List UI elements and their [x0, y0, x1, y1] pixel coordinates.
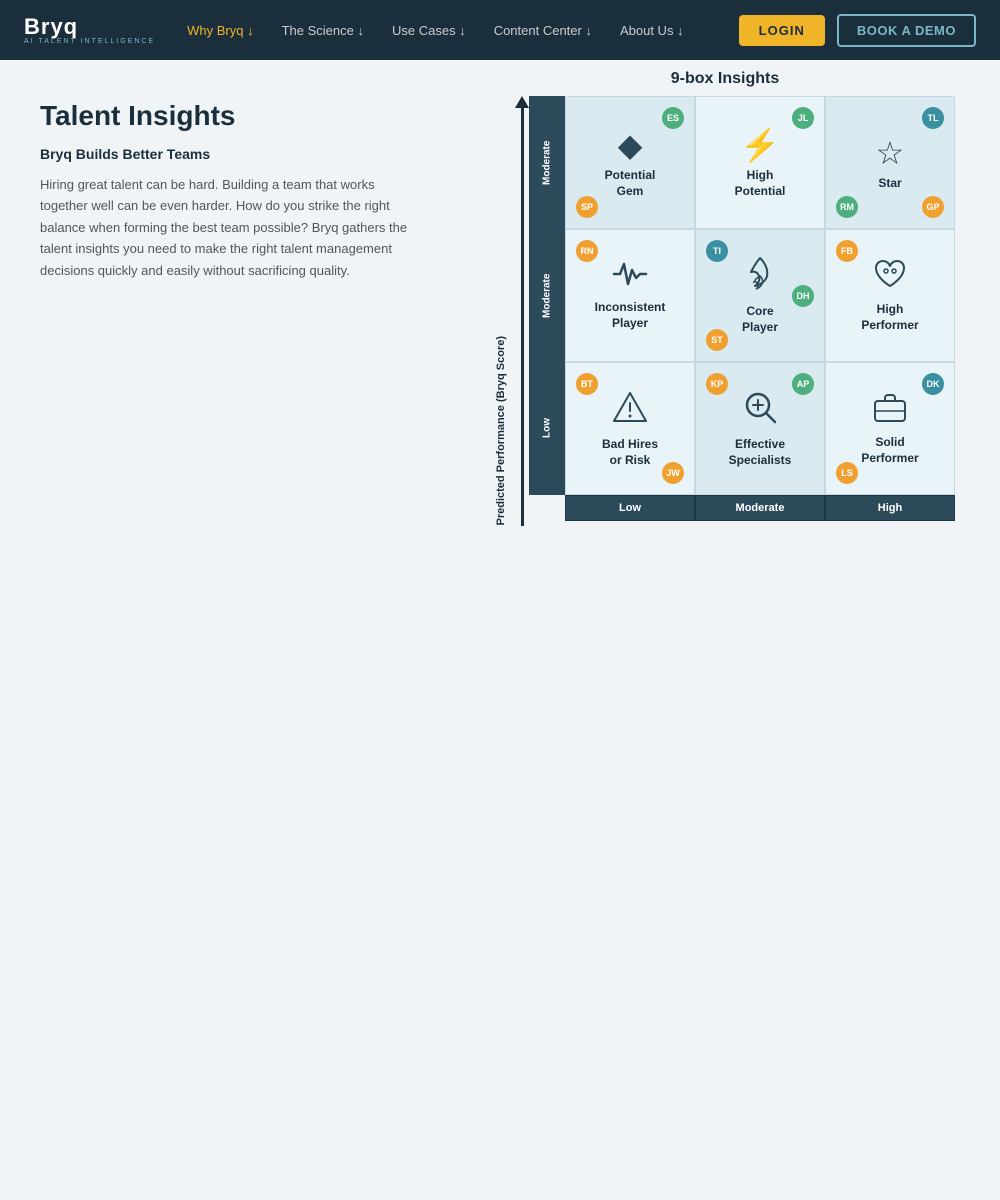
- box-label-inconsistent-player: InconsistentPlayer: [595, 300, 666, 331]
- logo-text: Bryq: [24, 16, 155, 38]
- grid-rows: Moderate ES ◆ PotentialGem SP: [529, 96, 955, 495]
- nav-use-cases[interactable]: Use Cases ↓: [392, 23, 466, 38]
- box-label-core-player: CorePlayer: [742, 304, 778, 335]
- avatar-ls: LS: [836, 462, 858, 484]
- avatar-tl: TL: [922, 107, 944, 129]
- heart-icon: [872, 258, 908, 298]
- row-label-text-1: Moderate: [529, 229, 565, 362]
- grid-row-0: Moderate ES ◆ PotentialGem SP: [529, 96, 955, 229]
- avatar-rn: RN: [576, 240, 598, 262]
- nav-about-us[interactable]: About Us ↓: [620, 23, 684, 38]
- box-star: TL ☆ Star RM GP: [825, 96, 955, 229]
- gem-icon: ◆: [618, 126, 643, 164]
- right-panel: 9-box Insights Predicted Performance (Br…: [460, 60, 1000, 600]
- x-label-moderate: Moderate: [695, 495, 825, 521]
- logo-subtitle: AI TALENT INTELLIGENCE: [24, 38, 155, 45]
- avatar-fb: FB: [836, 240, 858, 262]
- avatar-rm: RM: [836, 196, 858, 218]
- navigation: Bryq AI TALENT INTELLIGENCE Why Bryq ↓ T…: [0, 0, 1000, 60]
- search-plus-icon: [742, 389, 778, 433]
- box-label-solid-performer: SolidPerformer: [861, 435, 918, 466]
- avatar-sp: SP: [576, 196, 598, 218]
- box-high-potential: JL ⚡ HighPotential: [695, 96, 825, 229]
- avatar-dk: DK: [922, 373, 944, 395]
- grid-wrapper: Moderate ES ◆ PotentialGem SP: [529, 96, 955, 521]
- chart-with-arrow: Moderate ES ◆ PotentialGem SP: [515, 96, 955, 526]
- left-panel: Talent Insights Bryq Builds Better Teams…: [0, 60, 460, 600]
- nav-content-center[interactable]: Content Center ↓: [494, 23, 592, 38]
- box-effective-specialists: KP AP: [695, 362, 825, 495]
- avatar-es: ES: [662, 107, 684, 129]
- row-label-1: Moderate: [529, 229, 565, 362]
- box-high-performer: FB HighPerformer: [825, 229, 955, 362]
- nav-why-bryq[interactable]: Why Bryq ↓: [187, 23, 253, 38]
- arrow-and-grid: Moderate ES ◆ PotentialGem SP: [515, 96, 955, 526]
- talent-insights-subheading: Bryq Builds Better Teams: [40, 146, 420, 162]
- box-label-high-performer: HighPerformer: [861, 302, 918, 333]
- arrow-line: [521, 108, 524, 526]
- nav-the-science[interactable]: The Science ↓: [282, 23, 364, 38]
- box-bad-hires: BT Bad Hiresor Risk: [565, 362, 695, 495]
- chart-title: 9-box Insights: [671, 70, 779, 88]
- avatar-st: ST: [706, 329, 728, 351]
- briefcase-icon: [872, 391, 908, 431]
- box-label-effective-specialists: EffectiveSpecialists: [729, 437, 792, 468]
- box-core-player: TI CorePlayer DH ST: [695, 229, 825, 362]
- nav-links: Why Bryq ↓ The Science ↓ Use Cases ↓ Con…: [187, 23, 739, 38]
- bolt-icon: ⚡: [740, 126, 780, 164]
- nav-actions: LOGIN BOOK A DEMO: [739, 14, 976, 47]
- avatar-gp: GP: [922, 196, 944, 218]
- row-label-text-2: Low: [529, 362, 565, 495]
- warning-icon: [612, 389, 648, 433]
- grid-row-1: Moderate RN: [529, 229, 955, 362]
- x-label-low: Low: [565, 495, 695, 521]
- y-axis-label: Predicted Performance (Bryq Score): [495, 336, 513, 526]
- main-content: Talent Insights Bryq Builds Better Teams…: [0, 60, 1000, 600]
- avatar-jl: JL: [792, 107, 814, 129]
- row-label-2: Low: [529, 362, 565, 495]
- avatar-dh: DH: [792, 285, 814, 307]
- x-axis: Low Moderate High: [565, 495, 955, 521]
- grid-row-2: Low BT: [529, 362, 955, 495]
- row-label-text-0: Moderate: [529, 96, 565, 229]
- avatar-kp: KP: [706, 373, 728, 395]
- book-demo-button[interactable]: BOOK A DEMO: [837, 14, 976, 47]
- box-label-potential-gem: PotentialGem: [605, 168, 656, 199]
- talent-insights-body: Hiring great talent can be hard. Buildin…: [40, 174, 420, 281]
- box-label-star: Star: [878, 176, 901, 192]
- arrow-head: [515, 96, 529, 108]
- avatar-bt: BT: [576, 373, 598, 395]
- login-button[interactable]: LOGIN: [739, 15, 825, 46]
- chart-area: Predicted Performance (Bryq Score): [495, 96, 955, 526]
- flame-icon: [745, 256, 775, 300]
- avatar-ap: AP: [792, 373, 814, 395]
- box-inconsistent-player: RN InconsistentPlayer: [565, 229, 695, 362]
- box-potential-gem: ES ◆ PotentialGem SP: [565, 96, 695, 229]
- box-label-high-potential: HighPotential: [735, 168, 786, 199]
- box-solid-performer: DK SolidPerformer: [825, 362, 955, 495]
- box-label-bad-hires: Bad Hiresor Risk: [602, 437, 658, 468]
- row-label-0: Moderate: [529, 96, 565, 229]
- star-icon: ☆: [876, 134, 905, 172]
- pulse-icon: [612, 259, 648, 296]
- logo: Bryq AI TALENT INTELLIGENCE: [24, 16, 155, 45]
- avatar-jw: JW: [662, 462, 684, 484]
- talent-insights-heading: Talent Insights: [40, 100, 420, 132]
- x-label-high: High: [825, 495, 955, 521]
- avatar-ti: TI: [706, 240, 728, 262]
- y-axis-arrow: [515, 96, 529, 526]
